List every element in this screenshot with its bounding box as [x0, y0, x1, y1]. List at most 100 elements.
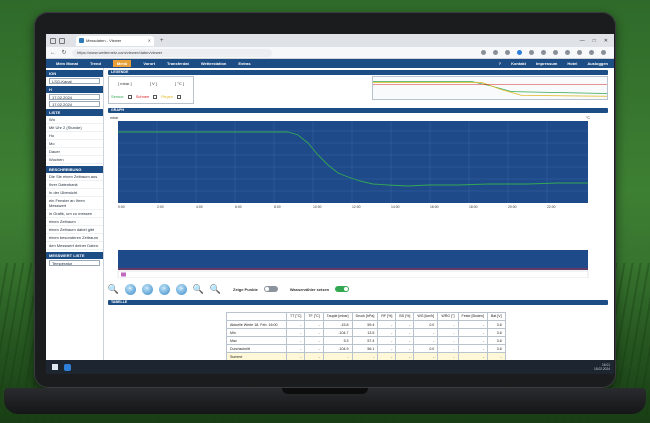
range-navigator[interactable]: [108, 250, 596, 278]
table-cell: -: [457, 336, 488, 345]
sidebar-list-item[interactable]: Mit Uhr 2 (Stunde): [46, 124, 103, 132]
x-tick-label: 2:00: [157, 205, 164, 209]
new-tab-icon[interactable]: +: [160, 38, 164, 44]
measure-select[interactable]: Temperatur: [49, 260, 100, 266]
table-cell: -: [285, 328, 306, 337]
series-checkbox[interactable]: [127, 94, 132, 99]
sidebar-note: einen besonderen Zeitraum: [46, 234, 103, 242]
main-graph[interactable]: mbar °C 0:00 2:00 4:00 6:00 8:00 10:00 1…: [108, 113, 596, 211]
url-field[interactable]: https://www.wetternetz.com/viewer/daten/…: [72, 48, 272, 57]
table-cell: Aktuelle Werte 18. Feb. 16:00: [226, 320, 287, 329]
zoom-out-icon[interactable]: 🔍: [193, 284, 204, 295]
favorite-star-icon[interactable]: [493, 50, 498, 55]
nav-item-menu[interactable]: Menü: [112, 60, 132, 67]
close-window-button[interactable]: ✕: [604, 38, 608, 44]
sidebar-list-item[interactable]: Mo: [46, 140, 103, 148]
date-from-field[interactable]: 17.02.2024: [49, 94, 100, 100]
table-cell: -: [437, 344, 459, 353]
legend-unit: [ °C ]: [175, 81, 184, 86]
sensor-select[interactable]: LSG-Kanal: [49, 78, 100, 84]
table-section: TABELLE: [108, 300, 608, 305]
window-menu-icon[interactable]: [50, 37, 56, 44]
app-navigation: Mein Monat Trend Menü Vorort Transferdat…: [46, 59, 614, 68]
table-cell: 0.0: [413, 320, 439, 329]
table-cell: -104.9: [322, 344, 353, 353]
reset-zoom-icon[interactable]: 🔍: [210, 284, 221, 295]
nav-item-transferdat[interactable]: Transferdat: [167, 61, 189, 66]
nav-item-help[interactable]: ?: [499, 61, 501, 66]
show-points-toggle[interactable]: [263, 286, 278, 292]
water-meter-label: Wasserzähler setzen: [289, 286, 330, 292]
fast-forward-icon[interactable]: »: [176, 283, 187, 295]
app-body: ION LSG-Kanal H 17.02.2024 17.02.2024 LI…: [46, 68, 614, 374]
table-cell: -: [377, 328, 397, 337]
nav-item-trend[interactable]: Trend: [90, 61, 101, 66]
nav-item-wetterstation[interactable]: Wetterstation: [201, 61, 226, 66]
maximize-button[interactable]: □: [593, 38, 596, 44]
graph-toolbar: 🔍 « ‹ › » 🔍 🔍 Zeige Punkte Wasserzähler …: [108, 282, 350, 296]
tab-close-icon[interactable]: ✕: [148, 38, 151, 43]
table-cell: -: [377, 344, 397, 353]
reload-icon[interactable]: ↻: [61, 49, 67, 56]
navigator-plot: [118, 250, 588, 270]
nav-item-extras[interactable]: Extras: [238, 61, 250, 66]
legend-series-row: Sensor Schnee Regen: [109, 94, 193, 99]
edge-extension-icon[interactable]: [517, 50, 522, 55]
table-cell: -: [304, 320, 324, 329]
nav-item-mein-monat[interactable]: Mein Monat: [56, 61, 78, 66]
browser-tab[interactable]: Messdaten - Viewer ✕: [76, 35, 154, 46]
edge-taskbar-icon[interactable]: [64, 363, 71, 371]
split-screen-icon[interactable]: [529, 50, 534, 55]
nav-item-impressum[interactable]: Impressum: [536, 61, 557, 66]
series-checkbox[interactable]: [153, 94, 158, 99]
date-to-field[interactable]: 17.02.2024: [49, 101, 100, 107]
browser-tabbar: Messdaten - Viewer ✕ + — □ ✕: [46, 34, 614, 47]
nav-item-ausloggen[interactable]: Ausloggen: [587, 61, 608, 66]
column-header: TT [°C]: [285, 312, 306, 321]
sidebar-note: ein Fenster an Ihren Messwert: [46, 197, 103, 210]
collections-icon[interactable]: [553, 50, 558, 55]
legend-units: [ mbar ] [ V ] [ °C ]: [109, 81, 193, 86]
table-cell: -: [304, 336, 324, 345]
legend-unit: [ V ]: [149, 81, 157, 86]
profile-icon[interactable]: [589, 50, 594, 55]
favorites-icon[interactable]: [541, 50, 546, 55]
sidebar-list-item[interactable]: Ho: [46, 132, 103, 140]
extension-icon[interactable]: [505, 50, 510, 55]
table-cell: 3.6: [486, 344, 506, 353]
sidebar-list-item[interactable]: Wochen: [46, 156, 103, 164]
table-cell: -: [395, 336, 415, 345]
browser-essentials-icon[interactable]: [565, 50, 570, 55]
overview-chart[interactable]: [372, 76, 608, 100]
nav-item-hotel[interactable]: Hotel: [567, 61, 577, 66]
series-checkbox[interactable]: [177, 94, 182, 99]
more-menu-icon[interactable]: [601, 50, 606, 55]
nav-item-kontakt[interactable]: Kontakt: [511, 61, 526, 66]
table-cell: -: [285, 320, 306, 329]
table-cell: 57.4: [351, 336, 379, 345]
downloads-icon[interactable]: [577, 50, 582, 55]
table-cell: -: [395, 344, 415, 353]
sidebar-header: LISTE: [46, 109, 103, 116]
back-icon[interactable]: ←: [50, 50, 56, 56]
data-table: TT [°C] TF [°C] Taupkt [mbar] Druck [hPa…: [226, 312, 506, 361]
table-cell: 59.4: [351, 320, 379, 329]
forward-icon[interactable]: ›: [159, 283, 170, 295]
minimize-button[interactable]: —: [580, 38, 585, 44]
water-meter-toggle[interactable]: [335, 286, 350, 292]
laptop-notch: [282, 388, 368, 394]
table-section-header: TABELLE: [108, 300, 608, 305]
read-aloud-icon[interactable]: [481, 50, 486, 55]
taskbar-clock[interactable]: 16:01 18.02.2024: [594, 363, 614, 371]
sidebar-list-item[interactable]: Dauer: [46, 148, 103, 156]
sidebar-list-item[interactable]: Wo: [46, 116, 103, 124]
zoom-in-icon[interactable]: 🔍: [108, 284, 119, 295]
tab-actions-icon[interactable]: [59, 37, 65, 44]
table-cell: 0.0: [413, 344, 439, 353]
column-header: [226, 312, 287, 321]
nav-item-vorort[interactable]: Vorort: [143, 61, 155, 66]
back-icon[interactable]: ‹: [142, 283, 153, 295]
start-button-icon[interactable]: [52, 364, 58, 370]
rewind-icon[interactable]: «: [125, 283, 136, 295]
table-cell: 13.5: [351, 328, 379, 337]
